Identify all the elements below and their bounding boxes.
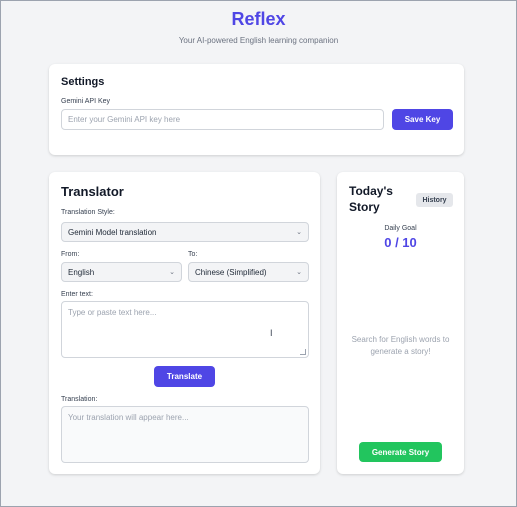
daily-goal-label: Daily Goal <box>384 225 417 232</box>
translate-button[interactable]: Translate <box>154 366 215 387</box>
app-title: Reflex <box>231 9 286 29</box>
daily-goal-value: 0 / 10 <box>384 235 417 250</box>
chevron-down-icon: ⌄ <box>169 269 175 276</box>
input-label: Enter text: <box>61 291 93 298</box>
translator-title: Translator <box>61 184 124 199</box>
chevron-down-icon: ⌄ <box>296 269 302 276</box>
api-key-input[interactable]: Enter your Gemini API key here <box>61 109 384 130</box>
from-label: From: <box>61 251 80 258</box>
to-label: To: <box>188 251 198 258</box>
output-placeholder: Your translation will appear here... <box>68 413 189 422</box>
save-key-button[interactable]: Save Key <box>392 109 453 130</box>
from-select[interactable]: English ⌄ <box>61 262 182 282</box>
output-textarea[interactable]: Your translation will appear here... <box>61 406 309 463</box>
to-select[interactable]: Chinese (Simplified) ⌄ <box>188 262 309 282</box>
api-key-label: Gemini API Key <box>61 98 111 105</box>
history-button[interactable]: History <box>416 193 453 207</box>
app-subtitle: Your AI-powered English learning compani… <box>178 36 339 45</box>
style-select-value: Gemini Model translation <box>68 227 157 237</box>
input-textarea[interactable]: Type or paste text here... I <box>61 301 309 358</box>
api-key-placeholder: Enter your Gemini API key here <box>68 115 181 124</box>
settings-title: Settings <box>61 76 105 88</box>
output-label: Translation: <box>61 396 98 403</box>
generate-story-button[interactable]: Generate Story <box>359 442 442 462</box>
input-placeholder: Type or paste text here... <box>68 308 157 317</box>
style-label: Translation Style: <box>61 209 115 216</box>
story-card: Today's Story History Daily Goal 0 / 10 … <box>337 172 464 474</box>
story-hint: Search for English words to generate a s… <box>351 335 450 356</box>
text-cursor-icon: I <box>270 328 273 338</box>
to-select-value: Chinese (Simplified) <box>195 267 267 277</box>
style-select[interactable]: Gemini Model translation ⌄ <box>61 222 309 242</box>
from-select-value: English <box>68 267 95 277</box>
translator-card: Translator Translation Style: Gemini Mod… <box>49 172 320 474</box>
chevron-down-icon: ⌄ <box>296 229 302 236</box>
settings-card: Settings Gemini API Key Enter your Gemin… <box>49 64 464 155</box>
resize-handle-icon[interactable] <box>300 349 306 355</box>
story-title: Today's Story <box>349 184 393 214</box>
